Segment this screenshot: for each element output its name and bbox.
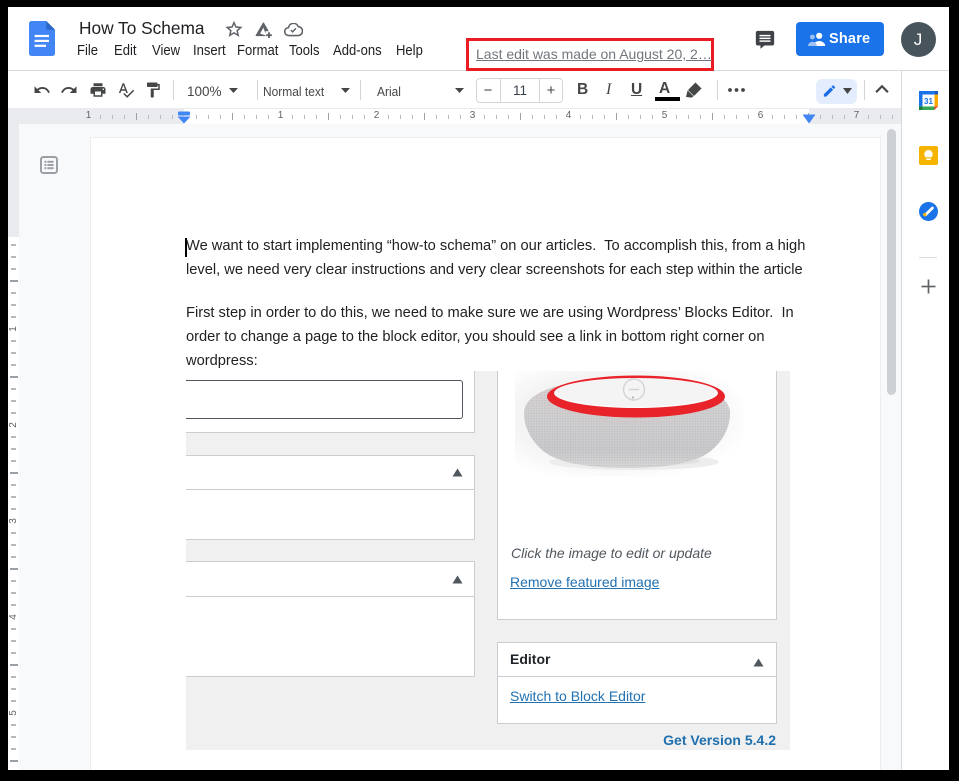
svg-text:31: 31 (924, 97, 933, 106)
